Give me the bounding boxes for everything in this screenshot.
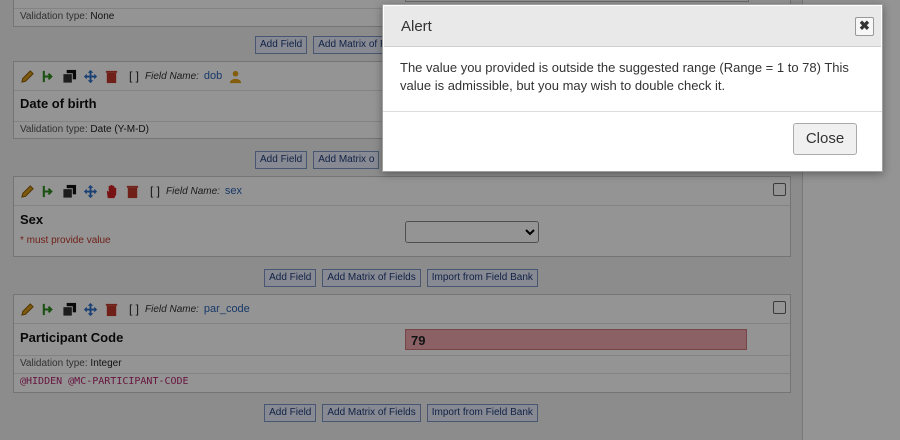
alert-divider <box>383 111 882 112</box>
close-button[interactable]: Close <box>793 123 857 155</box>
alert-message: The value you provided is outside the su… <box>400 60 849 93</box>
close-x-icon[interactable]: ✖ <box>855 17 874 36</box>
alert-title: Alert <box>401 18 432 35</box>
alert-header: Alert ✖ <box>384 6 881 47</box>
alert-dialog: Alert ✖ The value you provided is outsid… <box>382 4 883 172</box>
